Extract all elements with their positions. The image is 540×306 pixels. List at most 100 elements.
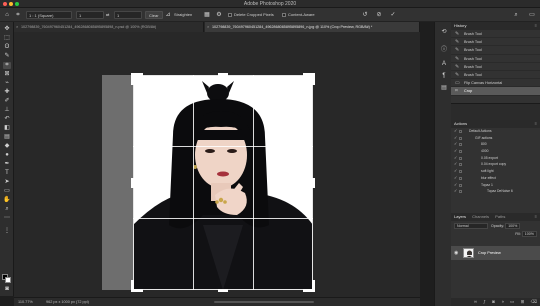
close-tab-icon[interactable]: × bbox=[16, 22, 18, 32]
history-item[interactable]: ✎ Brush Tool bbox=[451, 46, 540, 55]
tab-document-psd[interactable]: × 102798839_760497960451284_496286808589… bbox=[14, 22, 204, 32]
edit-toolbar-icon[interactable]: ⋮ bbox=[3, 228, 11, 235]
tab-layers[interactable]: Layers bbox=[454, 213, 466, 221]
crop-handle-bottom-right[interactable] bbox=[312, 280, 315, 292]
paragraph-panel-icon[interactable]: ¶ bbox=[440, 72, 448, 80]
action-item[interactable]: ✓ 0.04 export copy bbox=[451, 161, 540, 168]
close-tab-icon[interactable]: × bbox=[207, 22, 209, 32]
clone-stamp-icon[interactable]: ⊥ bbox=[3, 107, 11, 114]
dialog-toggle[interactable] bbox=[459, 170, 462, 174]
move-tool-icon[interactable]: ✥ bbox=[3, 26, 11, 33]
tab-document-jpg[interactable]: × 102798839_760497960451284_496286808589… bbox=[205, 22, 420, 32]
pen-tool-icon[interactable]: ✒ bbox=[3, 161, 11, 168]
document-canvas[interactable] bbox=[14, 32, 420, 297]
fx-icon[interactable]: ƒ bbox=[483, 299, 486, 304]
crop-handle-top-left[interactable] bbox=[131, 73, 134, 85]
quick-select-tool-icon[interactable]: ✎ bbox=[3, 53, 11, 60]
crop-handle-top-right[interactable] bbox=[312, 73, 315, 85]
horizontal-scrollbar[interactable] bbox=[214, 301, 314, 303]
home-icon[interactable]: ⌂ bbox=[3, 11, 11, 19]
crop-handle-bottom-left[interactable] bbox=[131, 280, 134, 292]
eyedropper-tool-icon[interactable]: ⌁ bbox=[3, 80, 11, 87]
history-panel-title[interactable]: History bbox=[454, 23, 466, 28]
dialog-toggle[interactable] bbox=[459, 156, 462, 160]
dialog-toggle[interactable] bbox=[459, 136, 462, 140]
libraries-panel-icon[interactable]: ▤ bbox=[440, 84, 448, 92]
clear-button[interactable]: Clear bbox=[145, 11, 163, 19]
document-info[interactable]: 962 px x 1000 px (72 ppi) bbox=[46, 298, 89, 306]
action-item[interactable]: ✓ 4000 bbox=[451, 148, 540, 155]
trash-icon[interactable]: ⌫ bbox=[531, 299, 537, 304]
search-icon[interactable]: ⌕ bbox=[512, 11, 520, 19]
marquee-tool-icon[interactable]: ⬚ bbox=[3, 35, 11, 42]
dodge-tool-icon[interactable]: ● bbox=[3, 152, 11, 159]
blur-tool-icon[interactable]: ◆ bbox=[3, 143, 11, 150]
group-folder-icon[interactable]: ▭ bbox=[510, 299, 514, 304]
history-item[interactable]: ✎ Brush Tool bbox=[451, 38, 540, 47]
healing-brush-icon[interactable]: ✚ bbox=[3, 89, 11, 96]
check-icon[interactable]: ✓ bbox=[454, 175, 457, 182]
tab-channels[interactable]: Channels bbox=[472, 213, 489, 221]
width-field[interactable]: 1 bbox=[76, 11, 104, 19]
adjustments-panel-icon[interactable]: A bbox=[440, 60, 448, 68]
background-color-swatch[interactable] bbox=[5, 277, 11, 283]
history-item[interactable]: ✎ Brush Tool bbox=[451, 71, 540, 80]
crop-handle-bottom[interactable] bbox=[218, 289, 228, 292]
history-brush-icon[interactable]: ↶ bbox=[3, 116, 11, 123]
history-item[interactable]: ✎ Brush Tool bbox=[451, 63, 540, 71]
reset-icon[interactable]: ↺ bbox=[361, 11, 369, 19]
blend-mode-select[interactable]: Normal bbox=[454, 223, 488, 230]
crop-handle-right[interactable] bbox=[312, 178, 315, 188]
panel-menu-icon[interactable]: ≡ bbox=[535, 22, 537, 30]
zoom-level[interactable]: 110.77% bbox=[18, 298, 33, 306]
check-icon[interactable]: ✓ bbox=[454, 182, 457, 189]
eye-icon[interactable]: ◉ bbox=[454, 246, 458, 260]
action-set[interactable]: ✓ GIF actions bbox=[451, 135, 540, 142]
new-layer-icon[interactable]: ⊞ bbox=[521, 299, 525, 304]
ratio-select[interactable]: 1 : 1 (Square) bbox=[26, 11, 72, 19]
dialog-toggle[interactable] bbox=[459, 176, 462, 180]
eraser-tool-icon[interactable]: ◧ bbox=[3, 125, 11, 132]
link-layers-icon[interactable]: ∞ bbox=[474, 299, 477, 304]
crop-tool-icon[interactable]: ⌗ bbox=[14, 11, 22, 19]
actions-panel-title[interactable]: Actions bbox=[454, 121, 467, 126]
overlay-grid-icon[interactable]: ▦ bbox=[203, 11, 211, 19]
opacity-field[interactable]: 100% bbox=[505, 223, 521, 230]
history-panel-icon[interactable]: ⟲ bbox=[440, 28, 448, 36]
crop-tool-icon[interactable]: ⌗ bbox=[3, 62, 11, 69]
lasso-tool-icon[interactable]: ʘ bbox=[3, 44, 11, 51]
content-aware-checkbox[interactable] bbox=[282, 12, 286, 17]
mask-icon[interactable]: ◙ bbox=[492, 299, 495, 304]
type-tool-icon[interactable]: T bbox=[3, 170, 11, 177]
panel-menu-icon[interactable]: ≡ bbox=[535, 213, 537, 221]
content-aware-option[interactable]: Content-Aware bbox=[282, 11, 315, 19]
crop-boundary[interactable] bbox=[133, 75, 313, 290]
action-set[interactable]: ✓ Default Actions bbox=[451, 128, 540, 135]
straighten-icon[interactable]: ⊿ bbox=[164, 11, 172, 19]
commit-crop-icon[interactable]: ✓ bbox=[389, 11, 397, 19]
dialog-toggle[interactable] bbox=[459, 130, 462, 133]
crop-handle-left[interactable] bbox=[131, 178, 134, 188]
dialog-toggle[interactable] bbox=[459, 183, 462, 187]
properties-panel-icon[interactable]: ⓘ bbox=[440, 46, 448, 54]
check-icon[interactable]: ✓ bbox=[454, 128, 457, 135]
dialog-toggle[interactable] bbox=[459, 150, 462, 154]
check-icon[interactable]: ✓ bbox=[454, 141, 457, 148]
quick-mask-icon[interactable]: ◙ bbox=[3, 286, 11, 293]
dialog-toggle[interactable] bbox=[459, 163, 462, 167]
zoom-tool-icon[interactable]: ⌕ bbox=[3, 206, 11, 213]
action-item[interactable]: ✓ 800 bbox=[451, 141, 540, 148]
check-icon[interactable]: ✓ bbox=[454, 155, 457, 162]
delete-cropped-option[interactable]: Delete Cropped Pixels bbox=[228, 11, 274, 19]
delete-cropped-checkbox[interactable] bbox=[228, 12, 232, 17]
settings-gear-icon[interactable]: ⚙ bbox=[215, 11, 223, 19]
history-item[interactable]: ✎ Brush Tool bbox=[451, 55, 540, 63]
adjustment-layer-icon[interactable]: ◑ bbox=[501, 299, 504, 304]
layer-row[interactable]: ◉ Crop Preview bbox=[451, 246, 540, 260]
straighten-label[interactable]: Straighten bbox=[174, 11, 192, 19]
check-icon[interactable]: ✓ bbox=[454, 161, 457, 168]
crop-handle-top[interactable] bbox=[218, 73, 228, 76]
check-icon[interactable]: ✓ bbox=[454, 168, 457, 175]
action-item[interactable]: ✓ blur effect bbox=[451, 175, 540, 182]
gradient-tool-icon[interactable]: ▤ bbox=[3, 134, 11, 141]
